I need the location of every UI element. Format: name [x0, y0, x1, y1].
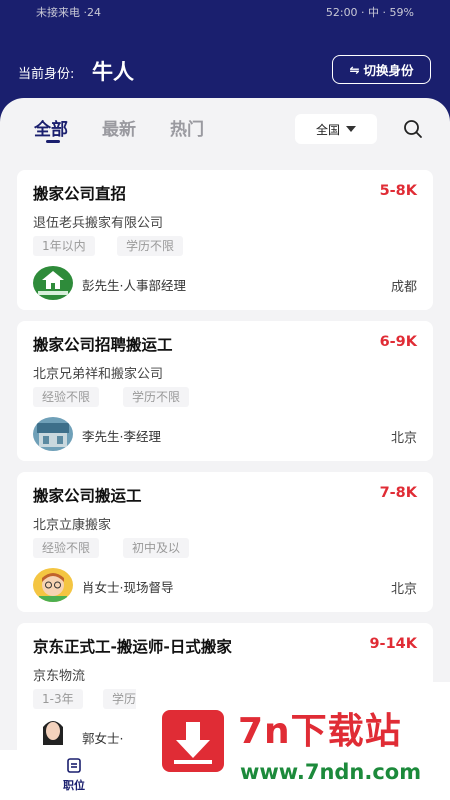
watermark-title: 7n下载站: [238, 711, 402, 752]
company-logo-avatar: [33, 266, 73, 300]
briefcase-icon: [67, 758, 81, 773]
job-tag: 学历不限: [123, 387, 190, 407]
tab-all[interactable]: 全部: [34, 115, 68, 140]
job-tag: 经验不限: [33, 387, 100, 407]
job-card[interactable]: 搬家公司搬运工 7-8K 北京立康搬家 经验不限 初中及以 肖女士·现场督导 北…: [17, 472, 433, 612]
recruiter-avatar: [33, 715, 73, 749]
watermark-overlay: 7n下载站 www.7ndn.com: [136, 682, 450, 800]
tab-active-indicator: [46, 140, 60, 143]
region-select[interactable]: 全国: [295, 114, 377, 144]
region-label: 全国: [315, 122, 340, 137]
header: 未接来电 ·24 52:00 · 中 · 59% 当前身份: 牛人 ⇋ 切换身份: [0, 0, 450, 110]
job-tag: 1-3年: [33, 689, 83, 709]
swap-icon: ⇋: [349, 62, 360, 77]
company-name: 北京兄弟祥和搬家公司: [33, 367, 164, 382]
nav-label-jobs: 职位: [63, 779, 85, 792]
company-name: 京东物流: [33, 669, 86, 684]
job-salary: 9-14K: [369, 636, 417, 652]
status-bar: 未接来电 ·24 52:00 · 中 · 59%: [0, 4, 450, 22]
job-salary: 5-8K: [379, 183, 417, 199]
recruiter-avatar: [33, 417, 73, 451]
recruiter-name: 彭先生·人事部经理: [82, 278, 186, 293]
company-name: 北京立康搬家: [33, 518, 112, 533]
job-tag: 经验不限: [33, 538, 100, 558]
job-tag: 1年以内: [33, 236, 95, 256]
job-tag: 学历不限: [117, 236, 184, 256]
job-card[interactable]: 搬家公司直招 5-8K 退伍老兵搬家有限公司 1年以内 学历不限 彭先生·人事部…: [17, 170, 433, 310]
switch-identity-button[interactable]: ⇋ 切换身份: [332, 55, 431, 84]
chevron-down-icon: [346, 126, 356, 132]
search-button[interactable]: [402, 118, 424, 140]
tab-hot[interactable]: 热门: [170, 115, 204, 140]
nav-item-jobs[interactable]: 职位: [56, 754, 92, 793]
identity-value: 牛人: [92, 60, 134, 84]
download-logo-icon: [162, 710, 224, 772]
job-title: 搬家公司搬运工: [33, 487, 142, 505]
job-tag: 初中及以: [123, 538, 190, 558]
watermark-url: www.7ndn.com: [240, 760, 422, 784]
identity-label: 当前身份:: [18, 67, 75, 82]
tab-bar: 全部 最新 热门 全国: [0, 98, 450, 158]
job-city: 北京: [390, 582, 417, 597]
job-city: 北京: [390, 431, 417, 446]
recruiter-name: 肖女士·现场督导: [82, 580, 174, 595]
switch-identity-label: 切换身份: [363, 63, 414, 78]
recruiter-name: 李先生·李经理: [82, 429, 161, 444]
job-title: 搬家公司招聘搬运工: [33, 336, 173, 354]
job-salary: 7-8K: [379, 485, 417, 501]
job-card[interactable]: 搬家公司招聘搬运工 6-9K 北京兄弟祥和搬家公司 经验不限 学历不限 李先生·…: [17, 321, 433, 461]
status-left: 未接来电 ·24: [36, 6, 101, 19]
job-salary: 6-9K: [379, 334, 417, 350]
company-name: 退伍老兵搬家有限公司: [33, 216, 164, 231]
recruiter-avatar: [33, 568, 73, 602]
job-title: 京东正式工-搬运师-日式搬家: [33, 638, 232, 656]
tab-latest[interactable]: 最新: [102, 115, 136, 140]
job-title: 搬家公司直招: [33, 185, 127, 203]
search-icon: [404, 120, 422, 138]
status-right: 52:00 · 中 · 59%: [325, 6, 414, 19]
recruiter-name: 郭女士·: [82, 731, 124, 746]
job-city: 成都: [390, 280, 417, 295]
